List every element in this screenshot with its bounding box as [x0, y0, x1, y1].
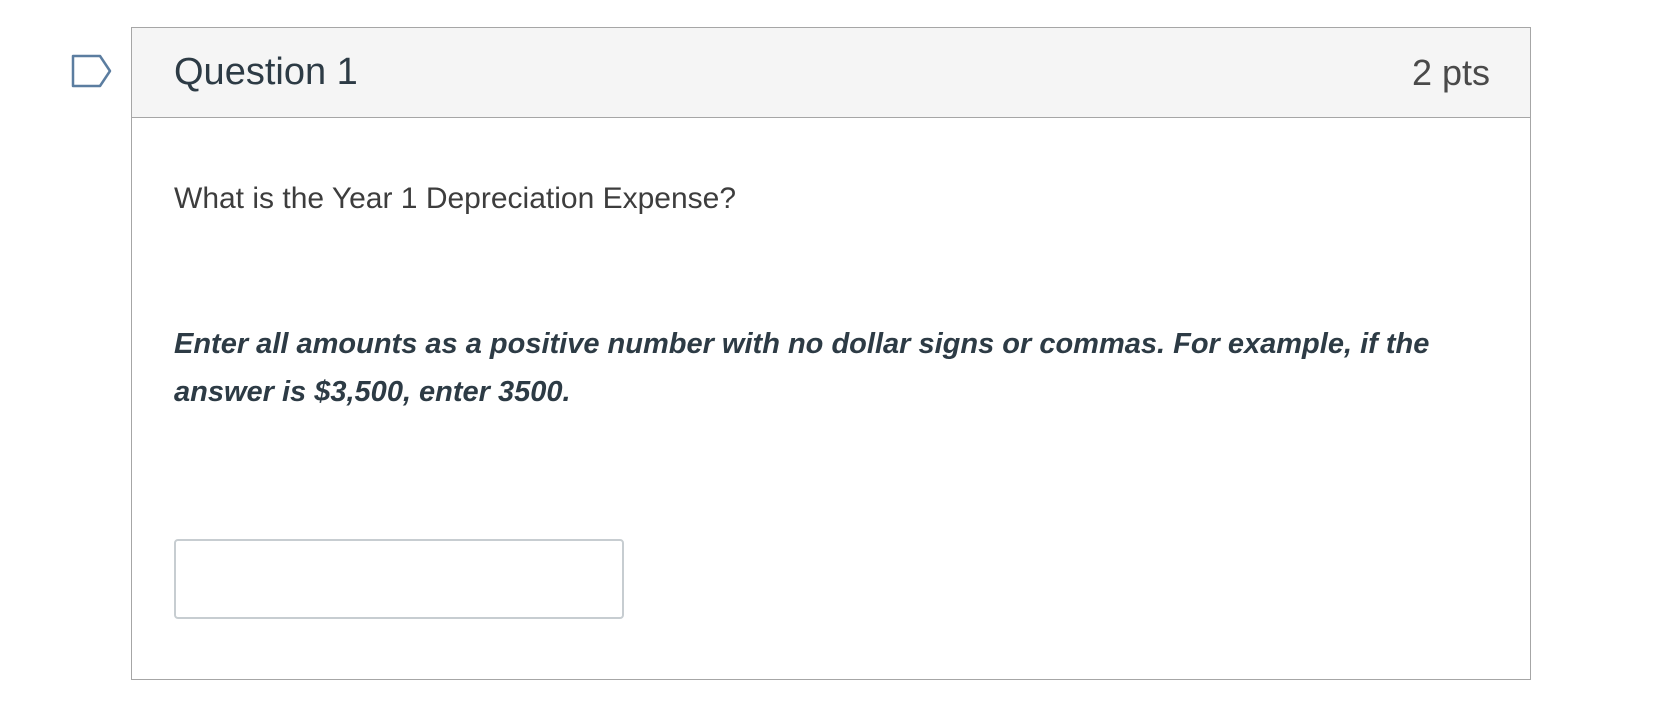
question-title: Question 1 [174, 51, 358, 93]
question-header: Question 1 2 pts [132, 28, 1530, 118]
question-card: Question 1 2 pts What is the Year 1 Depr… [131, 27, 1531, 680]
question-body: What is the Year 1 Depreciation Expense?… [132, 182, 1530, 416]
question-prompt: What is the Year 1 Depreciation Expense? [174, 182, 737, 215]
question-points: 2 pts [1411, 51, 1490, 93]
question-instructions: Enter all amounts as a positive number w… [174, 328, 1430, 408]
quiz-page: Question 1 2 pts What is the Year 1 Depr… [0, 0, 1666, 704]
flag-question-icon[interactable] [70, 52, 114, 90]
answer-input[interactable] [174, 539, 624, 619]
